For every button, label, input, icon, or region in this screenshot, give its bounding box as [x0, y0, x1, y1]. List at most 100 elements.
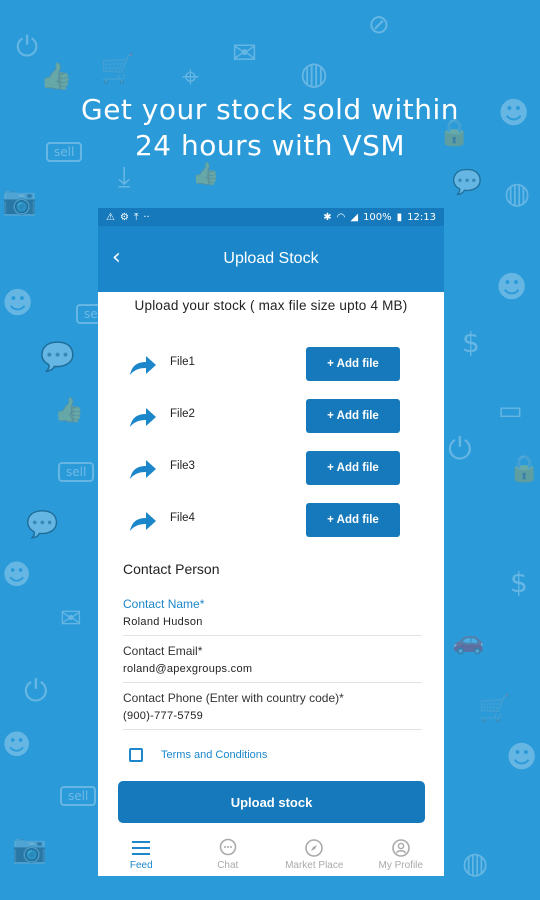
upload-hint: Upload your stock ( max file size upto 4…	[134, 298, 408, 313]
status-right: ✱ ◠ ◢ 100% ▮ 12:13	[323, 212, 436, 223]
card-icon: ▭	[498, 396, 523, 426]
add-file-button[interactable]: + Add file	[306, 399, 400, 433]
bluetooth-icon: ✱	[323, 211, 332, 223]
warning-icon: ⚠	[106, 211, 115, 223]
power-icon: ⏻	[448, 432, 472, 467]
status-left: ⚠ ⚙ ⤒ ··	[106, 212, 150, 223]
cart-icon: 🛒	[478, 694, 511, 724]
file-label: File2	[170, 408, 195, 420]
compass-icon	[305, 838, 324, 857]
file-row: File3 + Add file	[98, 443, 444, 495]
share-arrow-icon	[130, 512, 156, 531]
car-icon: 🚗	[452, 626, 485, 656]
phone-screen: ⚠ ⚙ ⤒ ·· ✱ ◠ ◢ 100% ▮ 12:13 ‹ Upload Sto…	[98, 208, 444, 876]
contact-phone-value: (900)-777-5759	[123, 710, 204, 722]
money-bag-icon: $	[510, 566, 528, 599]
users-icon: ☻	[2, 558, 32, 591]
download-icon: ⤓	[118, 160, 131, 193]
nav-label-feed: Feed	[129, 859, 153, 871]
profile-icon	[391, 838, 410, 857]
thumbs-up-icon: 👍	[192, 162, 220, 187]
file-label: File1	[170, 356, 195, 368]
terms-checkbox[interactable]	[129, 748, 143, 762]
camera-icon: 📷	[2, 184, 37, 217]
share-arrow-icon	[130, 356, 156, 375]
contact-phone-label: Contact Phone (Enter with country code)*	[123, 691, 344, 705]
money-bag-icon: $	[462, 326, 480, 359]
clock: 12:13	[407, 211, 436, 223]
users-icon: ☻	[2, 286, 34, 321]
contact-section-title: Contact Person	[123, 561, 220, 577]
nav-item-market-place[interactable]: Market Place	[271, 832, 358, 876]
nav-label-chat: Chat	[217, 859, 239, 871]
headline-line-2: 24 hours with VSM	[134, 129, 406, 162]
cart-icon: 🛒	[100, 52, 135, 85]
nav-item-chat[interactable]: Chat	[185, 832, 272, 876]
back-button[interactable]: ‹	[112, 246, 132, 270]
chat-icon: 💬	[40, 340, 75, 373]
signal-icon: ◢	[350, 211, 359, 223]
users-icon: ☻	[496, 270, 528, 305]
bottom-nav: Feed Chat Market Place My Profile	[98, 832, 444, 876]
share-arrow-icon	[130, 460, 156, 479]
file-label: File4	[170, 512, 195, 524]
contact-phone-field[interactable]: Contact Phone (Enter with country code)*…	[123, 683, 422, 730]
sell-tag: sell	[60, 786, 97, 806]
contact-name-label: Contact Name*	[123, 597, 205, 611]
file-list: File1 + Add file File2 + Add file File3 …	[98, 339, 444, 547]
app-bar: ‹ Upload Stock	[98, 226, 444, 292]
more-icon: ··	[143, 211, 150, 223]
thumbs-up-icon: 👍	[40, 62, 73, 92]
page-title: Upload Stock	[223, 250, 319, 267]
lock-icon: 🔒	[508, 454, 540, 484]
wifi-icon: ◠	[336, 211, 346, 223]
compass-icon: ⊘	[368, 10, 390, 40]
settings-icon: ⚙	[119, 211, 129, 223]
chevron-left-icon: ‹	[112, 245, 121, 270]
mail-icon: ✉	[232, 36, 258, 71]
battery-icon: ▮	[396, 211, 403, 223]
users-icon: ☻	[506, 740, 538, 775]
upload-icon: ⤒	[133, 211, 139, 223]
chat-icon: 💬	[452, 168, 482, 196]
camera-icon: 📷	[12, 832, 47, 865]
thumbs-up-icon: 👍	[54, 396, 84, 424]
contact-email-value: roland@apexgroups.com	[123, 663, 253, 675]
menu-icon	[132, 840, 151, 855]
sell-tag: sell	[58, 462, 95, 482]
contact-name-value: Roland Hudson	[123, 616, 203, 628]
promo-headline: Get your stock sold within 24 hours with…	[0, 92, 540, 164]
globe-icon: ◍	[462, 846, 489, 881]
nav-label-market-place: Market Place	[285, 859, 344, 871]
chat-icon: 💬	[26, 510, 59, 540]
power-icon: ⏻	[24, 674, 48, 709]
users-icon: ☻	[2, 728, 32, 761]
upload-form: Upload your stock ( max file size upto 4…	[98, 298, 444, 776]
contact-email-label: Contact Email*	[123, 644, 203, 658]
file-label: File3	[170, 460, 195, 472]
globe-icon: ◍	[300, 54, 328, 92]
globe-icon: ◍	[504, 176, 531, 211]
headline-line-1: Get your stock sold within	[81, 93, 459, 126]
location-icon: ⌖	[182, 60, 199, 95]
add-file-button[interactable]: + Add file	[306, 451, 400, 485]
share-arrow-icon	[130, 408, 156, 427]
upload-stock-button[interactable]: Upload stock	[118, 781, 425, 823]
nav-item-my-profile[interactable]: My Profile	[358, 832, 445, 876]
mail-icon: ✉	[60, 604, 82, 634]
contact-name-field[interactable]: Contact Name* Roland Hudson	[123, 589, 422, 636]
status-bar: ⚠ ⚙ ⤒ ·· ✱ ◠ ◢ 100% ▮ 12:13	[98, 208, 444, 226]
nav-item-feed[interactable]: Feed	[98, 832, 185, 876]
add-file-button[interactable]: + Add file	[306, 347, 400, 381]
chat-icon	[219, 838, 237, 855]
terms-row: Terms and Conditions	[98, 736, 444, 776]
power-icon: ⏻	[16, 30, 39, 63]
file-row: File2 + Add file	[98, 391, 444, 443]
file-row: File1 + Add file	[98, 339, 444, 391]
battery-level: 100%	[363, 211, 392, 223]
nav-label-my-profile: My Profile	[378, 859, 423, 871]
terms-link[interactable]: Terms and Conditions	[161, 749, 267, 761]
file-row: File4 + Add file	[98, 495, 444, 547]
contact-email-field[interactable]: Contact Email* roland@apexgroups.com	[123, 636, 422, 683]
add-file-button[interactable]: + Add file	[306, 503, 400, 537]
